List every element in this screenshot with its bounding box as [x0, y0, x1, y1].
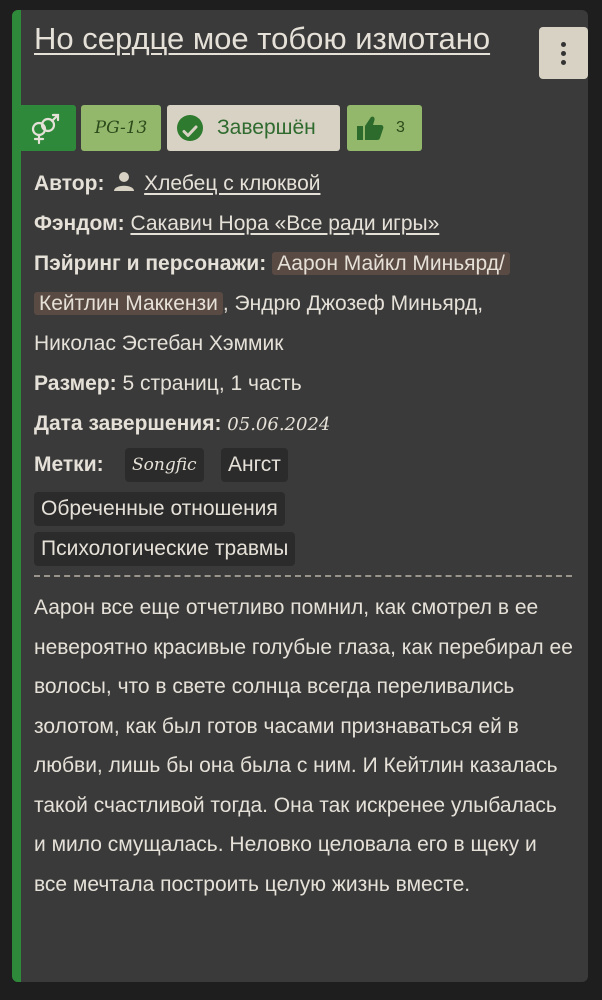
divider — [34, 575, 572, 577]
size-value: 5 страниц, 1 часть — [122, 372, 302, 395]
size-label: Размер — [34, 372, 110, 395]
fanfic-card: Но сердце мое тобою измотано PG-13 Завер… — [12, 10, 588, 982]
rating-badge[interactable]: PG-13 — [81, 105, 161, 151]
thumbs-up-icon — [357, 116, 384, 140]
fandom-row: Фэндом: Сакавич Нора «Все ради игры» — [34, 212, 440, 235]
work-description: Аарон все еще отчетливо помнил, как смот… — [34, 596, 573, 896]
fandom-link[interactable]: Сакавич Нора «Все ради игры» — [130, 212, 439, 235]
user-icon — [114, 172, 135, 191]
direction-badge[interactable] — [12, 105, 76, 151]
likes-count: 3 — [396, 119, 405, 136]
fandom-label: Фэндом — [34, 212, 118, 235]
tag-songfic[interactable]: Songfic — [125, 448, 204, 482]
gender-symbol-icon — [31, 113, 60, 145]
status-badge[interactable]: Завершён — [167, 105, 340, 151]
author-row: Автор: Хлебец с клюквой — [34, 172, 321, 195]
direction-stripe — [12, 10, 21, 982]
status-label: Завершён — [217, 116, 316, 139]
dot-icon — [561, 60, 566, 65]
tag-psychological-trauma[interactable]: Психологические травмы — [34, 532, 296, 566]
character-link[interactable]: Николас Эстебан Хэммик — [34, 332, 283, 355]
pairing-row: Пэйринг и персонажи: Аарон Майкл Миньярд… — [34, 249, 510, 279]
check-circle-icon — [177, 115, 203, 141]
tag-doomed-relationship[interactable]: Обреченные отношения — [34, 492, 285, 526]
tag-angst[interactable]: Ангст — [221, 448, 288, 482]
more-options-button[interactable] — [539, 27, 588, 79]
pairing-link-cont[interactable]: Кейтлин Маккензи — [34, 292, 223, 315]
tags-label: Метки — [34, 453, 97, 476]
date-label: Дата завершения — [34, 412, 215, 435]
size-row: Размер: 5 страниц, 1 часть — [34, 372, 302, 395]
dot-icon — [561, 51, 566, 56]
dot-icon — [561, 42, 566, 47]
date-value: 05.06.2024 — [227, 414, 331, 435]
pairing-label: Пэйринг и персонажи — [34, 252, 260, 275]
date-row: Дата завершения: 05.06.2024 — [34, 412, 331, 435]
likes-badge[interactable]: 3 — [347, 105, 422, 151]
pairing-row-3: Николас Эстебан Хэммик — [34, 329, 283, 359]
pairing-row-2: Кейтлин Маккензи, Эндрю Джозеф Миньярд, — [34, 289, 483, 319]
author-link[interactable]: Хлебец с клюквой — [144, 172, 320, 195]
author-label: Автор — [34, 172, 98, 195]
character-list[interactable]: , Эндрю Джозеф Миньярд, — [223, 292, 483, 315]
pairing-link[interactable]: Аарон Майкл Миньярд/ — [272, 252, 510, 275]
tags-row: Метки: — [34, 453, 104, 476]
work-title-link[interactable]: Но сердце мое тобою измотано — [34, 22, 514, 55]
